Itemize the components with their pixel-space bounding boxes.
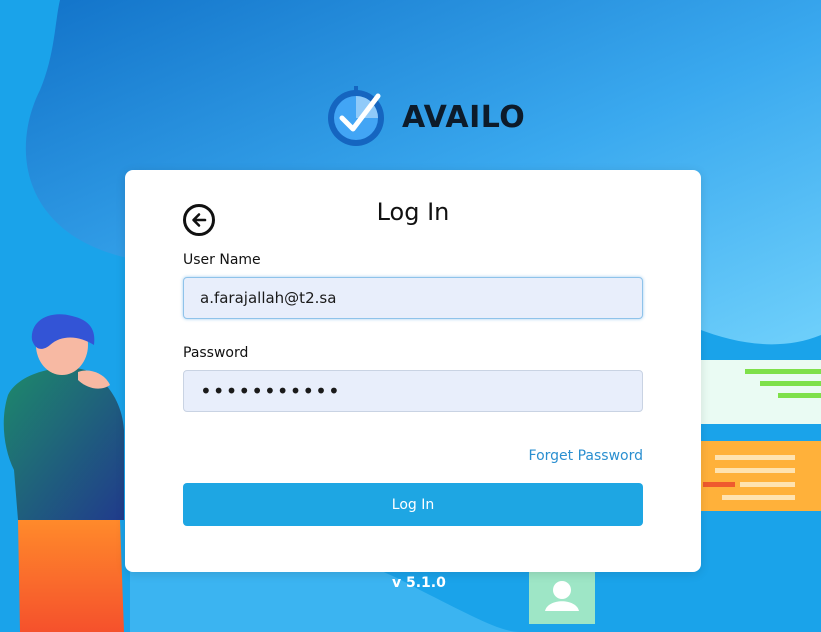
version-label: v 5.1.0 <box>392 575 446 591</box>
clock-check-icon <box>328 86 384 146</box>
page-title: Log In <box>376 198 450 226</box>
password-input[interactable] <box>183 370 643 412</box>
forget-password-link[interactable]: Forget Password <box>529 448 643 464</box>
password-label: Password <box>183 345 249 361</box>
username-label: User Name <box>183 252 261 268</box>
brand-logo: AVAILO <box>326 84 525 150</box>
login-card: Log In User Name Password Forget Passwor… <box>125 170 701 572</box>
username-input[interactable] <box>183 277 643 319</box>
login-button[interactable]: Log In <box>183 483 643 526</box>
brand-name: AVAILO <box>402 99 526 135</box>
